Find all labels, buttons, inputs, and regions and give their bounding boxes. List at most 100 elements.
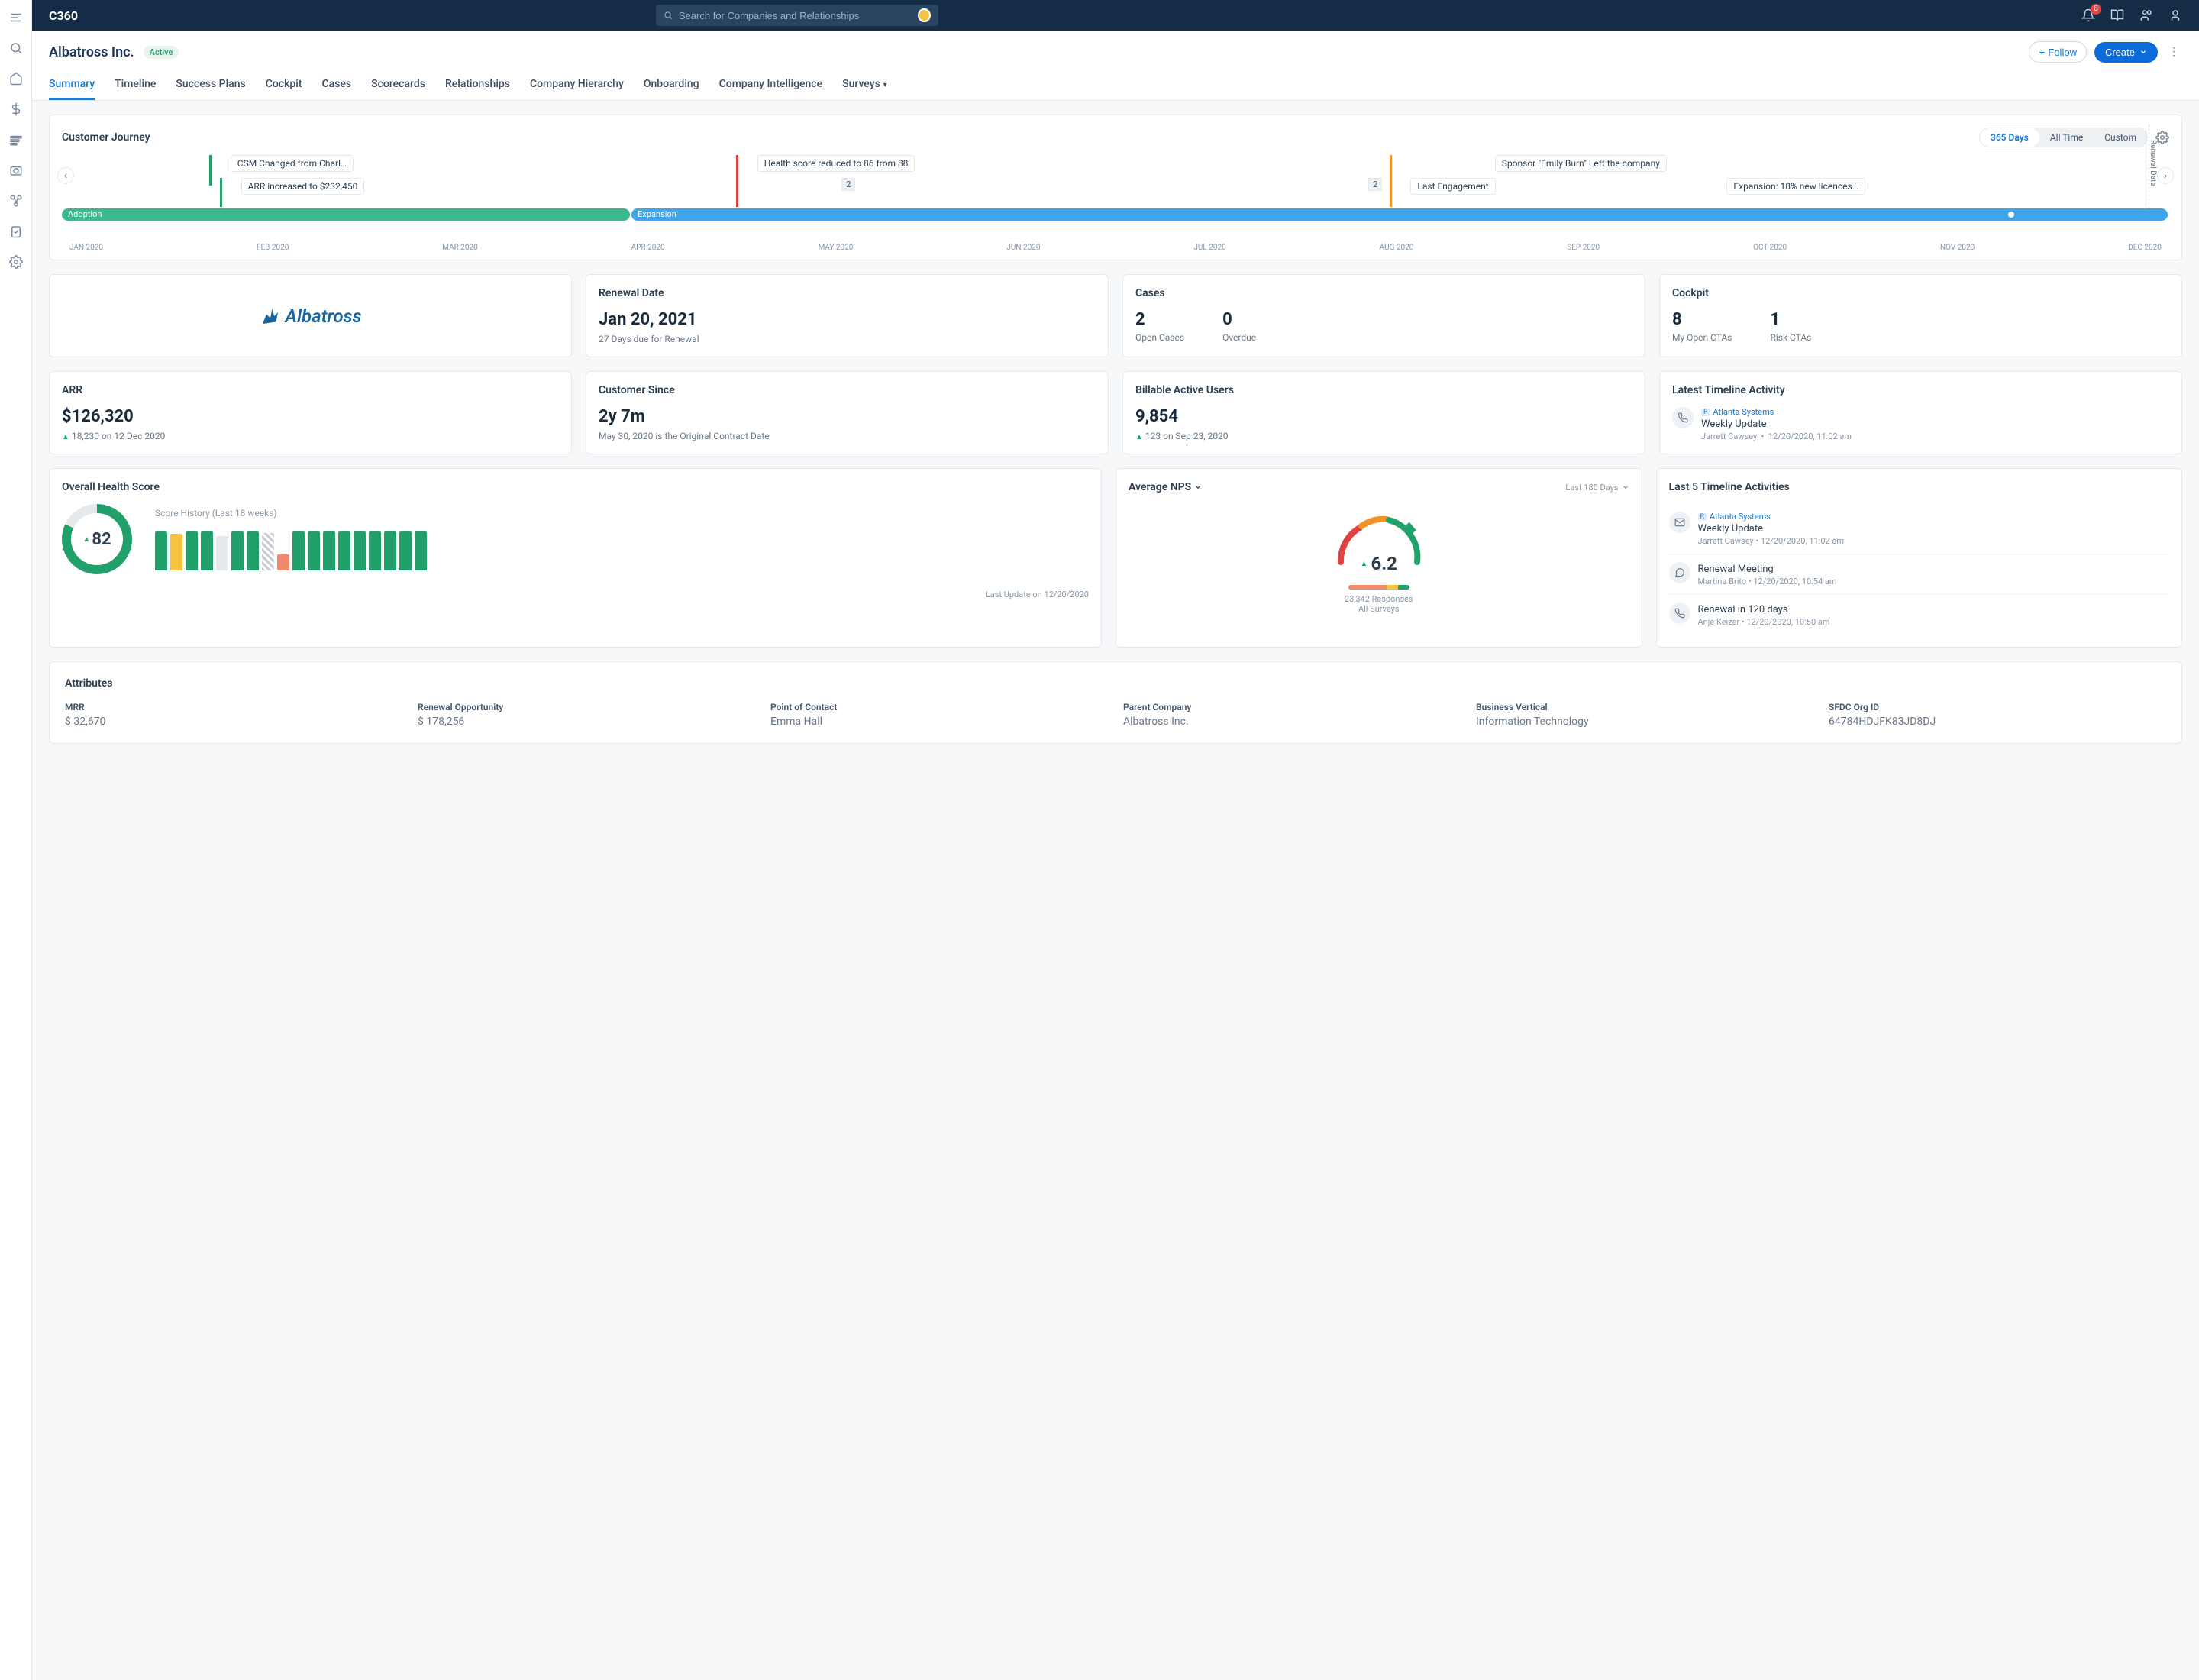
dollar-icon[interactable] — [9, 102, 23, 116]
journey-event[interactable]: Last Engagement — [1410, 178, 1495, 195]
health-ring: ▲82 — [62, 504, 132, 574]
journey-event[interactable]: Expansion: 18% new licences… — [1726, 178, 1865, 195]
attribute-item: Renewal Opportunity$ 178,256 — [418, 702, 755, 728]
tab-company-intelligence[interactable]: Company Intelligence — [719, 72, 822, 100]
tab-surveys[interactable]: Surveys▾ — [842, 72, 887, 100]
timeline-item[interactable]: RAtlanta SystemsWeekly UpdateJarrett Caw… — [1669, 504, 2170, 554]
score-bar — [338, 531, 350, 570]
journey-count[interactable]: 2 — [1368, 178, 1382, 191]
tab-onboarding[interactable]: Onboarding — [644, 72, 699, 100]
attribute-item: MRR$ 32,670 — [65, 702, 402, 728]
journey-tick — [1390, 155, 1392, 207]
r-badge: R — [1701, 409, 1710, 416]
score-bar — [231, 531, 244, 570]
tab-success-plans[interactable]: Success Plans — [176, 72, 245, 100]
up-arrow-icon: ▲ — [62, 433, 69, 441]
journey-event[interactable]: CSM Changed from Charl… — [231, 155, 354, 172]
journey-prev-button[interactable]: ‹ — [57, 167, 74, 184]
chevron-down-icon — [2139, 48, 2147, 56]
phone-icon — [1672, 407, 1694, 428]
follow-button[interactable]: +Follow — [2029, 41, 2087, 63]
score-bar — [277, 554, 289, 570]
settings-icon[interactable] — [9, 255, 23, 269]
timeline-item[interactable]: Renewal in 120 daysAnje Keizer • 12/20/2… — [1669, 595, 2170, 635]
gear-icon[interactable] — [2155, 131, 2169, 144]
journey-next-button[interactable]: › — [2157, 167, 2174, 184]
nav-tabs: Summary Timeline Success Plans Cockpit Cases… — [49, 72, 2182, 100]
camera-icon[interactable] — [9, 163, 23, 177]
journey-tick — [220, 178, 222, 207]
journey-event[interactable]: Health score reduced to 86 from 88 — [757, 155, 915, 172]
journey-event[interactable]: ARR increased to $232,450 — [241, 178, 365, 195]
phase-expansion: Expansion — [631, 208, 2168, 221]
company-logo: Albatross — [259, 305, 361, 328]
range-365-days[interactable]: 365 Days — [1980, 128, 2039, 147]
journey-count[interactable]: 2 — [841, 178, 855, 191]
journey-event[interactable]: Sponsor "Emily Burn" Left the company — [1495, 155, 1667, 172]
renewal-date-card: Renewal Date Jan 20, 2021 27 Days due fo… — [586, 274, 1109, 357]
status-badge: Active — [144, 46, 179, 59]
attribute-item: SFDC Org ID64784HDJFK83JD8DJ — [1829, 702, 2166, 728]
attribute-item: Point of ContactEmma Hall — [770, 702, 1108, 728]
tab-cockpit[interactable]: Cockpit — [266, 72, 302, 100]
score-bar — [369, 531, 381, 570]
user-icon[interactable] — [2168, 8, 2182, 22]
score-bar — [247, 531, 259, 570]
journey-title: Customer Journey — [62, 131, 150, 144]
active-users-card: Billable Active Users 9,854 ▲ 123 on Sep… — [1122, 371, 1645, 454]
customer-since-card: Customer Since 2y 7m May 30, 2020 is the… — [586, 371, 1109, 454]
search-input[interactable] — [679, 10, 912, 21]
attribute-item: Business VerticalInformation Technology — [1476, 702, 1813, 728]
score-bar — [262, 533, 274, 570]
nps-range-selector[interactable]: Last 180 Days — [1565, 483, 1629, 493]
company-logo-card: Albatross — [49, 274, 572, 357]
attributes-card: Attributes MRR$ 32,670Renewal Opportunit… — [49, 661, 2182, 744]
score-bar — [292, 531, 305, 570]
chevron-down-icon[interactable] — [1194, 483, 1202, 491]
journey-tick — [209, 155, 212, 186]
phase-adoption: Adoption — [62, 208, 630, 221]
tab-cases[interactable]: Cases — [322, 72, 352, 100]
global-search[interactable] — [656, 5, 938, 26]
people-icon[interactable] — [2139, 8, 2153, 22]
timeline-item[interactable]: Renewal MeetingMartina Brito • 12/20/202… — [1669, 554, 2170, 595]
journey-range-segment: 365 DaysAll TimeCustom — [1979, 128, 2148, 147]
tab-company-hierarchy[interactable]: Company Hierarchy — [530, 72, 624, 100]
org-icon[interactable] — [9, 194, 23, 208]
journey-axis: JAN 2020FEB 2020MAR 2020APR 2020MAY 2020… — [62, 239, 2169, 252]
mail-icon — [1669, 512, 1690, 533]
journey-tick — [736, 155, 738, 207]
arr-card: ARR $126,320 ▲ 18,230 on 12 Dec 2020 — [49, 371, 572, 454]
book-icon[interactable] — [2110, 8, 2124, 22]
score-history-chart — [155, 525, 1089, 570]
phone-icon — [1669, 603, 1690, 624]
home-icon[interactable] — [9, 72, 23, 86]
company-name: Albatross Inc. — [49, 44, 134, 60]
clipboard-icon[interactable] — [9, 225, 23, 238]
tab-timeline[interactable]: Timeline — [115, 72, 156, 100]
menu-icon[interactable] — [9, 11, 23, 24]
chevron-down-icon — [1622, 483, 1629, 491]
score-bar — [384, 531, 396, 570]
tab-summary[interactable]: Summary — [49, 72, 95, 100]
score-bar — [399, 531, 412, 570]
list-icon[interactable] — [9, 133, 23, 147]
notifications-icon[interactable]: 8 — [2081, 8, 2095, 22]
tab-relationships[interactable]: Relationships — [445, 72, 510, 100]
search-icon[interactable] — [9, 41, 23, 55]
nps-gauge — [1329, 509, 1429, 570]
up-arrow-icon: ▲ — [82, 535, 90, 544]
brand-label: C360 — [49, 8, 78, 23]
range-all-time[interactable]: All Time — [2039, 128, 2094, 147]
timeline-item[interactable]: RAtlanta Systems Weekly Update Jarrett C… — [1672, 407, 2169, 441]
cases-card: Cases 2Open Cases 0Overdue — [1122, 274, 1645, 357]
range-custom[interactable]: Custom — [2094, 128, 2147, 147]
create-button[interactable]: Create — [2094, 42, 2158, 63]
cockpit-card: Cockpit 8My Open CTAs 1Risk CTAs — [1659, 274, 2182, 357]
score-bar — [415, 531, 427, 570]
bird-icon — [259, 305, 282, 328]
score-bar — [201, 531, 213, 570]
tab-scorecards[interactable]: Scorecards — [371, 72, 425, 100]
up-arrow-icon: ▲ — [1135, 433, 1143, 441]
more-menu-icon[interactable]: ⋮ — [2165, 43, 2182, 61]
